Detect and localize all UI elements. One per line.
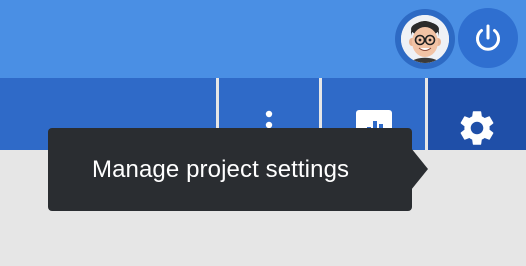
power-icon [476, 24, 500, 51]
avatar-image [401, 15, 449, 63]
project-settings-button[interactable] [428, 78, 526, 150]
tooltip-text: Manage project settings [92, 155, 350, 183]
avatar[interactable] [401, 15, 449, 63]
power-button[interactable] [458, 8, 518, 68]
gear-icon [456, 107, 498, 149]
settings-tooltip: Manage project settings [48, 128, 412, 211]
tooltip-arrow [411, 148, 428, 190]
